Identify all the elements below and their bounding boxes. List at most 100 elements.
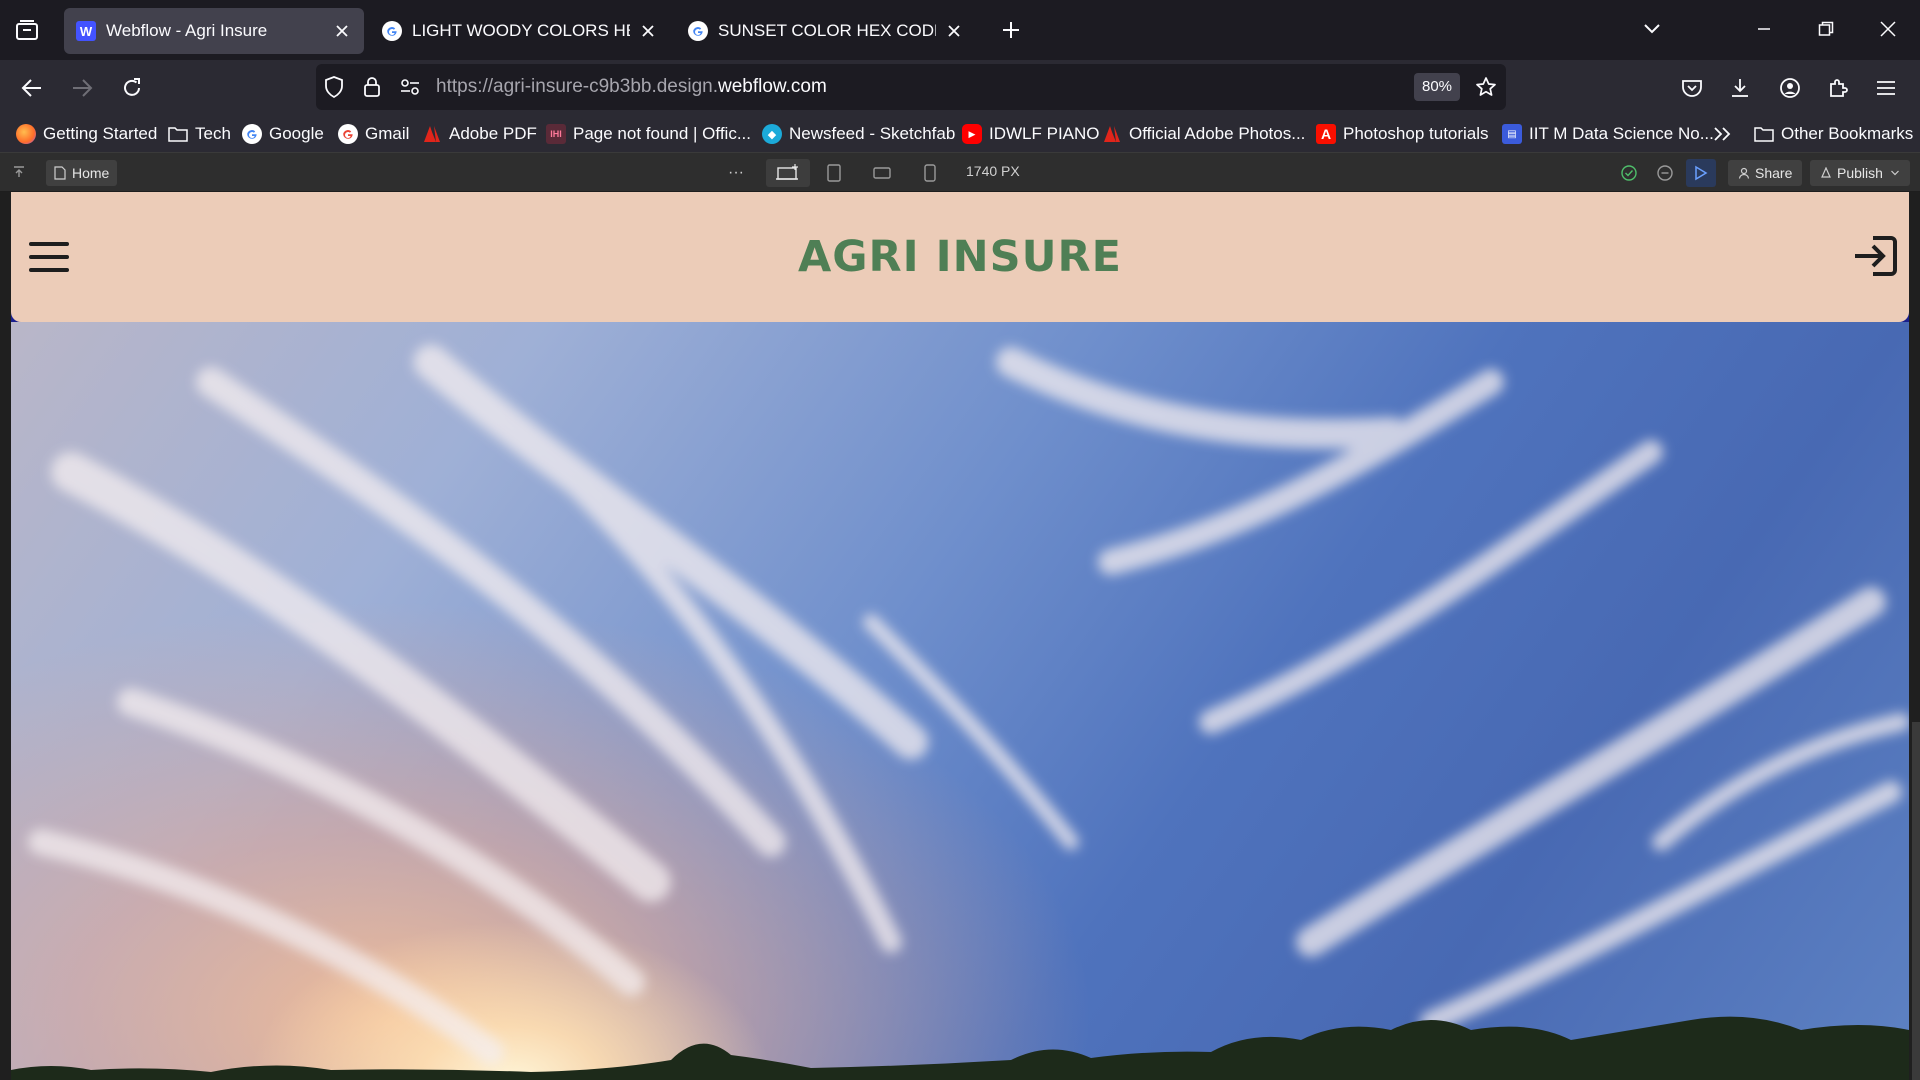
bookmark-label: Tech [195,124,231,143]
tab-sunset-color[interactable]: SUNSET COLOR HEX CODE - Google [676,8,976,54]
tab-title: LIGHT WOODY COLORS HEX CODE [412,21,630,40]
bookmark-label: Photoshop tutorials [1343,124,1489,143]
tab-title: Webflow - Agri Insure [106,21,268,40]
bookmark-adobe-pdf[interactable]: Adobe PDF [422,120,537,148]
bookmark-label: Page not found | Offic... [573,124,751,143]
breakpoint-phone-icon[interactable] [912,159,948,187]
google-icon [688,21,708,41]
page-icon: IHI [546,124,566,144]
chevron-down-icon[interactable] [1634,14,1670,44]
preview-play-icon[interactable] [1686,159,1716,187]
extensions-icon[interactable] [1822,72,1854,104]
bookmark-tech[interactable]: Tech [168,120,231,148]
adobe-icon [1102,124,1122,144]
youtube-icon: ▶ [962,124,982,144]
bookmark-label: Other Bookmarks [1781,124,1914,143]
forward-icon[interactable] [66,72,98,104]
more-bookmarks-icon[interactable] [1712,120,1732,148]
more-options-icon[interactable]: ··· [718,159,754,187]
breakpoint-tablet-icon[interactable] [816,159,852,187]
share-button[interactable]: Share [1728,160,1803,186]
breakpoint-landscape-icon[interactable] [864,159,900,187]
bookmark-getting-started[interactable]: Getting Started [16,120,157,148]
shield-icon[interactable] [322,75,346,99]
firefox-icon [16,124,36,144]
bookmark-label: Official Adobe Photos... [1129,124,1306,143]
zoom-level-button[interactable]: 80% [1414,73,1461,101]
site-header[interactable]: AGRI INSURE [11,192,1909,322]
url-text[interactable]: https://agri-insure-c9b3bb.design.webflo… [436,76,827,98]
tab-webflow-agri-insure[interactable]: W Webflow - Agri Insure [64,8,364,54]
close-window-icon[interactable] [1870,14,1906,44]
adobe-icon [422,124,442,144]
canvas-scrollbar[interactable] [1912,722,1920,1080]
close-icon[interactable] [638,21,658,41]
google-icon [382,21,402,41]
publish-label: Publish [1837,165,1883,181]
bookmark-google[interactable]: Google [242,120,324,148]
folder-icon [168,124,188,144]
reload-icon[interactable] [116,72,148,104]
site-page: AGRI INSURE [11,192,1909,1080]
page-icon [54,166,66,180]
comments-icon[interactable] [1650,159,1680,187]
url-bar[interactable]: https://agri-insure-c9b3bb.design.webflo… [316,64,1506,110]
folder-icon [1754,124,1774,144]
rocket-icon [1821,167,1831,178]
minimize-icon[interactable] [1746,14,1782,44]
navigation-bar: https://agri-insure-c9b3bb.design.webflo… [0,60,1920,116]
lock-icon[interactable] [360,75,384,99]
bookmark-label: Google [269,124,324,143]
webflow-icon: W [76,21,96,41]
restore-icon[interactable] [1808,14,1844,44]
bookmark-label: Newsfeed - Sketchfab [789,124,956,143]
bookmarks-bar: Getting Started Tech Google Gmail Adobe … [0,116,1920,152]
treeline [11,1016,1909,1080]
menu-icon[interactable] [1870,72,1902,104]
login-icon[interactable] [1851,234,1899,278]
person-icon [1738,167,1750,179]
sketchfab-icon: ◆ [762,124,782,144]
check-circle-icon[interactable] [1614,159,1644,187]
bookmark-official-adobe-photoshop[interactable]: Official Adobe Photos... [1102,120,1305,148]
bookmark-label: Gmail [365,124,410,143]
site-permissions-icon[interactable] [398,75,422,99]
bookmark-gmail[interactable]: Gmail [338,120,409,148]
close-icon[interactable] [332,21,352,41]
share-label: Share [1755,165,1793,181]
new-tab-icon[interactable] [996,15,1026,45]
bookmark-label: IIT M Data Science No... [1529,124,1714,143]
webflow-toolbar: Home ··· 1740 PX Share Publish [0,152,1920,192]
close-icon[interactable] [944,21,964,41]
pocket-icon[interactable] [1676,72,1708,104]
bookmark-iitm-data-science[interactable]: ▤ IIT M Data Science No... [1502,120,1714,148]
bookmark-page-not-found[interactable]: IHI Page not found | Offic... [546,120,751,148]
designer-canvas: AGRI INSURE [0,192,1920,1080]
page-label: Home [72,165,110,181]
page-selector[interactable]: Home [46,160,118,186]
collapse-icon[interactable] [10,163,28,181]
url-prefix: https://agri-insure-c9b3bb.design. [436,76,718,97]
adobe-a-icon: A [1316,124,1336,144]
back-icon[interactable] [16,72,48,104]
bookmark-label: Adobe PDF [449,124,537,143]
tab-list-icon[interactable] [12,15,42,45]
url-domain: webflow.com [718,76,827,97]
bookmark-photoshop-tutorials[interactable]: A Photoshop tutorials [1316,120,1489,148]
bookmark-sketchfab[interactable]: ◆ Newsfeed - Sketchfab [762,120,955,148]
iitm-icon: ▤ [1502,124,1522,144]
download-icon[interactable] [1724,72,1756,104]
tab-light-woody-colors[interactable]: LIGHT WOODY COLORS HEX CODE [370,8,670,54]
bookmark-idwlf-piano[interactable]: ▶ IDWLF PIANO [962,120,1100,148]
google-icon [338,124,358,144]
bookmark-label: IDWLF PIANO [989,124,1100,143]
tab-title: SUNSET COLOR HEX CODE - Google [718,21,936,40]
tab-strip: W Webflow - Agri Insure LIGHT WOODY COLO… [0,0,1920,60]
breakpoint-desktop-plus-icon[interactable] [766,159,810,187]
other-bookmarks[interactable]: Other Bookmarks [1754,120,1913,148]
publish-button[interactable]: Publish [1810,160,1910,186]
google-icon [242,124,262,144]
site-title: AGRI INSURE [797,232,1122,282]
account-icon[interactable] [1774,72,1806,104]
bookmark-star-icon[interactable] [1472,73,1500,101]
